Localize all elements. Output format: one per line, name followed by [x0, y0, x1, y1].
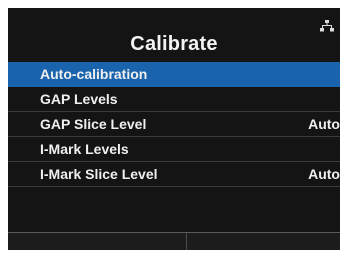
menu-item-auto-calibration[interactable]: Auto-calibration: [8, 62, 340, 87]
menu-item-value: Auto: [308, 116, 340, 132]
menu-empty-row: [8, 187, 340, 213]
menu-item-label: I-Mark Slice Level: [40, 166, 158, 182]
menu-item-label: GAP Slice Level: [40, 116, 147, 132]
menu-item-label: Auto-calibration: [40, 66, 148, 82]
menu-item-label: I-Mark Levels: [40, 141, 129, 157]
printer-lcd-screen: Calibrate Auto-calibration GAP Levels GA…: [8, 8, 340, 250]
menu-item-i-mark-levels[interactable]: I-Mark Levels: [8, 137, 340, 162]
menu-item-gap-levels[interactable]: GAP Levels: [8, 87, 340, 112]
page-title: Calibrate: [130, 33, 218, 55]
menu-item-gap-slice-level[interactable]: GAP Slice Level Auto: [8, 112, 340, 137]
network-icon: [320, 20, 334, 32]
left-softkey[interactable]: [8, 233, 187, 250]
softkey-bar: [8, 232, 340, 250]
screen-header: Calibrate: [8, 8, 340, 61]
right-softkey[interactable]: [188, 233, 340, 250]
menu-item-i-mark-slice-level[interactable]: I-Mark Slice Level Auto: [8, 162, 340, 187]
menu-item-value: Auto: [308, 166, 340, 182]
menu-item-label: GAP Levels: [40, 91, 118, 107]
calibrate-menu: Auto-calibration GAP Levels GAP Slice Le…: [8, 62, 340, 213]
